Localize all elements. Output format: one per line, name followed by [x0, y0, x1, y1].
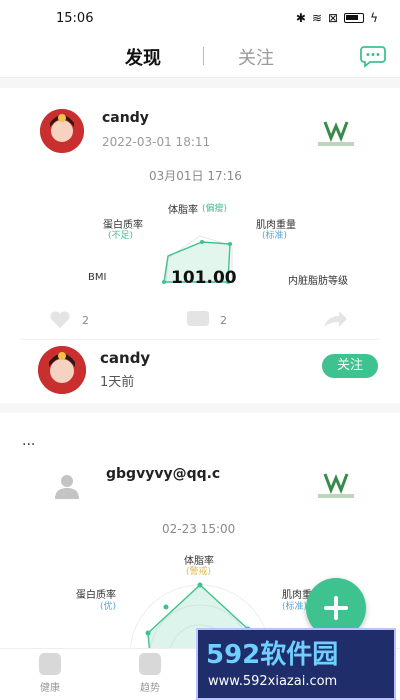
like-count: 2: [82, 314, 89, 327]
feed[interactable]: candy 2022-03-01 18:11 03月01日 17:16 体脂率 …: [0, 78, 400, 648]
divider: [20, 339, 380, 340]
post-datetime: 2022-03-01 18:11: [102, 135, 211, 149]
watermark-title: 592软件园: [206, 640, 339, 670]
tab-divider: [203, 47, 204, 65]
post-username[interactable]: gbgvyvy@qq.c: [106, 466, 220, 482]
chat-icon[interactable]: [360, 44, 386, 68]
suggested-ago: 1天前: [100, 375, 135, 390]
battery-icon: [344, 13, 365, 23]
radar-status-right: (标准): [282, 602, 308, 612]
radar-label-bmi: BMI: [88, 272, 107, 283]
radar-status-left: (优): [100, 602, 117, 612]
post-card[interactable]: candy 2022-03-01 18:11 03月01日 17:16 体脂率 …: [0, 88, 400, 403]
radar-label-top: 体脂率: [168, 205, 198, 216]
follow-button[interactable]: 关注: [322, 354, 378, 378]
radar-label-visceral: 内脏脂肪等级: [288, 276, 348, 287]
wifi-icon: ≋: [311, 11, 323, 25]
heart-icon: [39, 653, 61, 675]
trend-icon: [139, 653, 161, 675]
status-bar: 15:06 ✱ ≋ ⊠ ϟ: [0, 0, 400, 38]
like-icon[interactable]: [48, 310, 72, 330]
report-score: 101.00: [171, 268, 237, 288]
avatar[interactable]: [40, 109, 84, 153]
radar-status-top: (偏瘦): [202, 204, 228, 214]
tab-discover[interactable]: 发现: [125, 44, 161, 70]
watermark: 592软件园 www.592xiazai.com: [196, 628, 396, 700]
brand-logo: [318, 121, 354, 146]
tab-following[interactable]: 关注: [238, 44, 274, 70]
tab-health-label: 健康: [40, 683, 60, 694]
post-username[interactable]: candy: [102, 110, 149, 126]
share-icon[interactable]: [322, 310, 348, 330]
comment-count: 2: [220, 314, 227, 327]
bluetooth-icon: ✱: [295, 11, 306, 25]
status-time: 15:06: [56, 11, 94, 26]
watermark-url: www.592xiazai.com: [208, 674, 338, 689]
tab-trend-label: 趋势: [140, 683, 160, 694]
default-avatar-icon[interactable]: [54, 473, 80, 499]
brand-logo: [318, 473, 354, 498]
report-date: 03月01日 17:16: [149, 169, 242, 183]
status-icons: ✱ ≋ ⊠ ϟ: [296, 11, 378, 25]
suggested-avatar[interactable]: [38, 346, 86, 394]
charging-icon: ϟ: [370, 11, 378, 25]
comment-icon[interactable]: [186, 310, 210, 330]
top-tabs: 发现 关注: [0, 38, 400, 78]
suggested-username[interactable]: candy: [100, 349, 150, 367]
report-date: 02-23 15:00: [162, 522, 236, 536]
tab-health[interactable]: 健康: [30, 653, 70, 694]
radar-status-right: (标准): [262, 231, 288, 241]
more-text[interactable]: ...: [22, 433, 35, 449]
radar-status-left: (不足): [108, 231, 134, 241]
tab-trend[interactable]: 趋势: [130, 653, 170, 694]
post-actions: 2 2: [0, 306, 400, 336]
sim-icon: ⊠: [328, 11, 339, 25]
